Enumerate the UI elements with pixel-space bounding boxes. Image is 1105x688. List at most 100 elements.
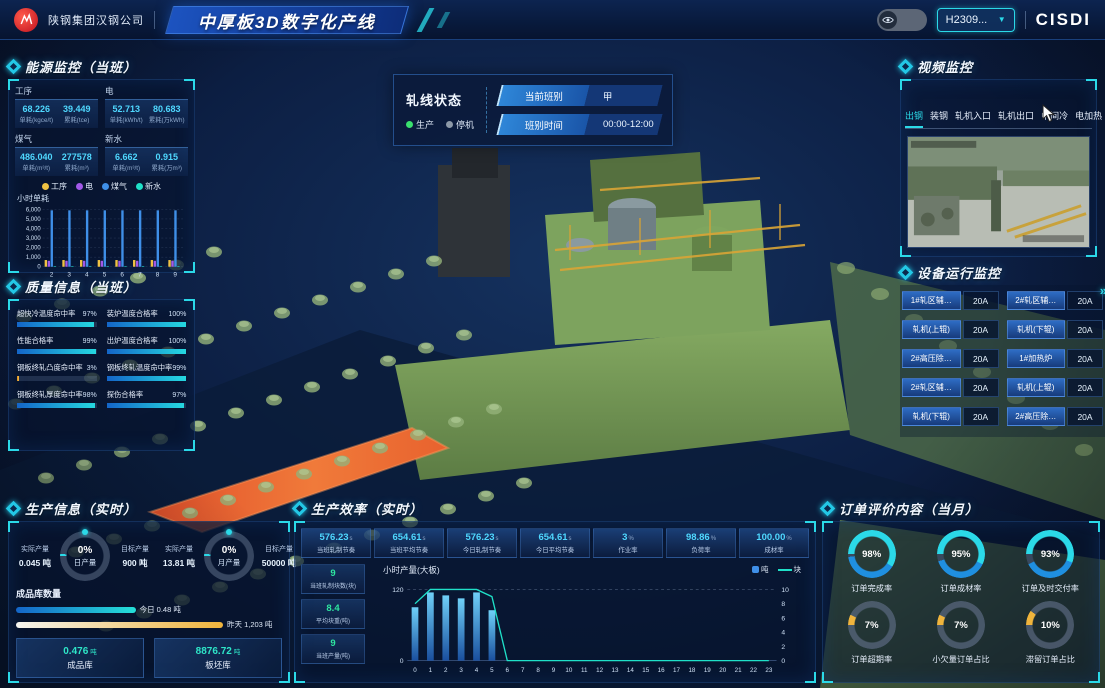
svg-text:20: 20 bbox=[719, 667, 726, 674]
order-gauge: 10%滞留订单占比 bbox=[1008, 601, 1093, 665]
vertical-divider bbox=[486, 87, 487, 133]
legend-item: 块 bbox=[778, 564, 802, 575]
energy-value: 0.915 bbox=[147, 152, 188, 162]
svg-text:2,000: 2,000 bbox=[26, 246, 42, 252]
camera-tab-6[interactable]: 电加热 bbox=[1075, 106, 1102, 128]
panel-title: 生产效率（实时） bbox=[311, 499, 423, 518]
svg-text:1,000: 1,000 bbox=[26, 255, 42, 261]
stat-value: 98.86% bbox=[668, 532, 734, 543]
stat-label: 当班轧制节奏 bbox=[303, 545, 369, 554]
panel-diamond-icon bbox=[8, 281, 19, 292]
energy-group: 电52.713单耗(kWh/t)80.683累耗(万kWh) bbox=[105, 85, 188, 128]
inventory-bars: 今日 0.48 吨昨天 1,203 吨 bbox=[9, 600, 289, 630]
equipment-item[interactable]: 1#轧区辅…20A bbox=[902, 291, 999, 310]
quality-label: 出炉温度合格率 bbox=[107, 336, 158, 346]
equipment-label: 2#高压除… bbox=[902, 349, 961, 368]
quality-bar-track bbox=[107, 349, 187, 354]
legend-item: 吨 bbox=[752, 564, 769, 575]
energy-unit: 累耗(m³) bbox=[57, 163, 98, 172]
side-stat: 9当班轧制块数(块) bbox=[301, 564, 365, 594]
eye-icon bbox=[879, 11, 897, 29]
energy-metric: 80.683累耗(万kWh) bbox=[147, 104, 188, 124]
quality-bar-track bbox=[17, 322, 97, 327]
svg-text:14: 14 bbox=[627, 667, 634, 674]
equipment-label: 1#加热炉 bbox=[1007, 349, 1066, 368]
camera-tab-4[interactable]: 轧机出口 bbox=[998, 106, 1034, 128]
equipment-item[interactable]: 1#加热炉20A bbox=[1007, 349, 1104, 368]
equipment-monitor-panel: 设备运行监控 » 1#轧区辅…20A2#轧区辅…20A轧机(上辊)20A轧机(下… bbox=[900, 262, 1105, 437]
svg-text:10: 10 bbox=[781, 587, 789, 594]
energy-group-name: 电 bbox=[105, 85, 188, 97]
quality-label: 探伤合格率 bbox=[107, 390, 143, 400]
panel-diamond-icon bbox=[8, 503, 19, 514]
dropdown-value: H2309... bbox=[946, 14, 988, 26]
cctv-video-thumbnail[interactable] bbox=[907, 136, 1090, 248]
energy-group-box: 68.226单耗(kgce/t)39.449累耗(tce) bbox=[15, 99, 98, 128]
camera-tab-5[interactable]: 中间冷 bbox=[1041, 106, 1068, 128]
equipment-item[interactable]: 轧机(上辊)20A bbox=[1007, 378, 1104, 397]
equipment-value: 20A bbox=[1067, 320, 1103, 339]
warehouse-label: 板坯库 bbox=[205, 659, 231, 671]
legend-item: 煤气 bbox=[102, 181, 127, 192]
decor-slash bbox=[416, 8, 434, 32]
visibility-toggle[interactable] bbox=[877, 9, 927, 31]
quality-label: 性能合格率 bbox=[17, 336, 53, 346]
expand-chevron-icon[interactable]: » bbox=[1100, 283, 1105, 298]
warehouse-value: 0.476吨 bbox=[63, 646, 97, 657]
quality-percent: 100% bbox=[168, 311, 186, 318]
legend-line-icon bbox=[778, 569, 792, 571]
stat-unit: % bbox=[786, 536, 791, 542]
svg-text:11: 11 bbox=[581, 667, 588, 674]
status-dot-icon bbox=[406, 121, 413, 128]
order-gauge: 7%订单超期率 bbox=[829, 601, 914, 665]
legend-label: 生产 bbox=[416, 118, 434, 131]
quality-label: 装炉温度合格率 bbox=[107, 309, 158, 319]
warehouse-card[interactable]: 8876.72吨板坯库 bbox=[154, 638, 282, 678]
efficiency-stats-row: 576.23s当班轧制节奏654.61s当班平均节奏576.23s今日轧制节奏6… bbox=[295, 522, 815, 562]
svg-text:3,000: 3,000 bbox=[26, 236, 42, 242]
ring-name: 月产量 bbox=[218, 557, 241, 568]
stat-label: 成材率 bbox=[741, 545, 807, 554]
order-ring: 93% bbox=[1026, 530, 1074, 578]
energy-group: 工序68.226单耗(kgce/t)39.449累耗(tce) bbox=[15, 85, 98, 128]
svg-text:3: 3 bbox=[459, 667, 463, 674]
warehouse-card[interactable]: 0.476吨成品库 bbox=[16, 638, 144, 678]
quality-percent: 100% bbox=[168, 338, 186, 345]
line-status-legend: 生产停机 bbox=[406, 118, 474, 131]
side-stat-value: 9 bbox=[303, 568, 363, 579]
camera-tab-2[interactable]: 装钢 bbox=[930, 106, 948, 128]
equipment-value: 20A bbox=[963, 349, 999, 368]
shift-info: 当前班别甲班别时间00:00-12:00 bbox=[499, 85, 660, 135]
legend-dot-icon bbox=[102, 183, 109, 190]
svg-text:2: 2 bbox=[444, 667, 448, 674]
legend-item: 电 bbox=[76, 181, 93, 192]
equipment-label: 轧机(下辊) bbox=[902, 407, 961, 426]
output-gauge-group: 实际产量13.81 吨0%月产量目标产量50000 吨 bbox=[157, 531, 301, 581]
progress-ring: 0%日产量 bbox=[60, 531, 110, 581]
quality-metric: 探伤合格率97% bbox=[107, 390, 187, 408]
quality-label: 钢板终轧温度命中率 bbox=[107, 363, 173, 373]
camera-tab-3[interactable]: 轧机入口 bbox=[955, 106, 991, 128]
efficiency-stat: 576.23s当班轧制节奏 bbox=[301, 528, 371, 558]
equipment-item[interactable]: 轧机(上辊)20A bbox=[902, 320, 999, 339]
actual-output: 实际产量0.045 吨 bbox=[13, 544, 57, 569]
equipment-item[interactable]: 2#高压除…20A bbox=[1007, 407, 1104, 426]
order-gauge: 93%订单及时交付率 bbox=[1008, 530, 1093, 594]
equipment-item[interactable]: 轧机(下辊)20A bbox=[902, 407, 999, 426]
order-gauge-label: 小欠量订单占比 bbox=[932, 653, 989, 665]
quality-bar-track bbox=[107, 322, 187, 327]
equipment-item[interactable]: 2#轧区辅…20A bbox=[902, 378, 999, 397]
legend-item: 新水 bbox=[136, 181, 161, 192]
legend-item: 工序 bbox=[42, 181, 67, 192]
legend-label: 新水 bbox=[145, 181, 161, 192]
efficiency-panel: 生产效率（实时） 576.23s当班轧制节奏654.61s当班平均节奏576.2… bbox=[294, 498, 816, 683]
equipment-item[interactable]: 2#轧区辅…20A bbox=[1007, 291, 1104, 310]
panel-diamond-icon bbox=[8, 61, 19, 72]
panel-title: 能源监控（当班） bbox=[25, 57, 137, 76]
heat-number-dropdown[interactable]: H2309... ▼ bbox=[937, 8, 1015, 32]
camera-tab-1[interactable]: 出钢 bbox=[905, 106, 923, 128]
equipment-item[interactable]: 2#高压除…20A bbox=[902, 349, 999, 368]
quality-metric: 钢板终轧温度命中率99% bbox=[107, 363, 187, 381]
equipment-item[interactable]: 轧机(下辊)20A bbox=[1007, 320, 1104, 339]
energy-metric: 0.915累耗(万m³) bbox=[147, 152, 188, 172]
